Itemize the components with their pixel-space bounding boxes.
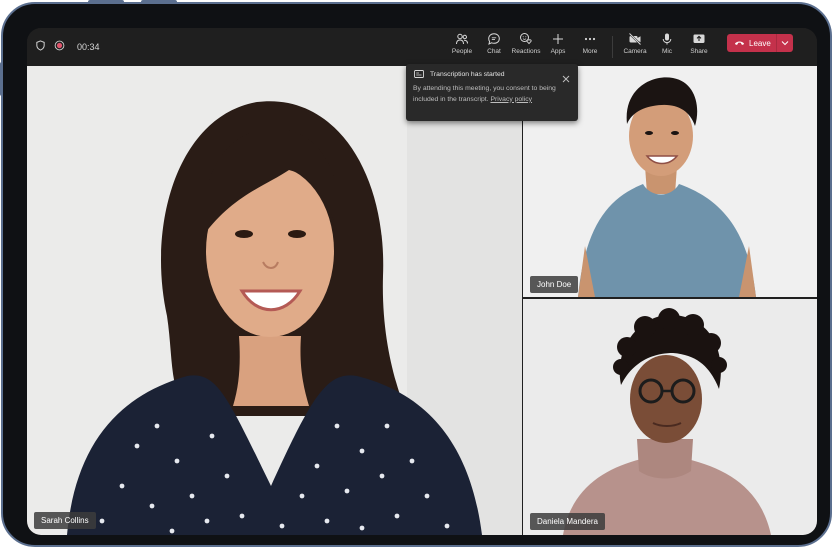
notification-header: Transcription has started: [414, 70, 505, 78]
people-icon: [456, 33, 468, 45]
chat-icon: [488, 33, 500, 45]
reactions-label: Reactions: [511, 48, 541, 55]
apps-label: Apps: [550, 48, 566, 55]
video-tile-sarah-collins[interactable]: Sarah Collins: [27, 66, 522, 535]
more-button[interactable]: More: [574, 32, 606, 58]
more-label: More: [582, 48, 598, 55]
leave-main[interactable]: Leave: [727, 39, 776, 48]
notification-text: By attending this meeting, you consent t…: [413, 85, 556, 103]
recording-icon: [54, 38, 65, 56]
transcript-icon: [414, 70, 424, 78]
leave-button[interactable]: Leave: [727, 34, 793, 52]
people-button[interactable]: People: [446, 32, 478, 58]
chevron-down-icon: [781, 41, 789, 46]
toolbar-divider: [612, 36, 613, 58]
camera-button[interactable]: Camera: [619, 32, 651, 58]
leave-label: Leave: [749, 38, 771, 48]
meeting-status: 00:34: [35, 28, 100, 66]
reactions-button[interactable]: Reactions: [510, 32, 542, 58]
shield-icon: [35, 38, 46, 56]
participant-name-tag: Sarah Collins: [34, 512, 96, 529]
toolbar-actions: People Chat Reactions Apps More Camera M…: [446, 32, 715, 58]
apps-button[interactable]: Apps: [542, 32, 574, 58]
participant-name-tag: Daniela Mandera: [530, 513, 605, 530]
more-icon: [584, 37, 596, 41]
people-label: People: [451, 48, 473, 55]
meeting-window: 00:34 People Chat Reactions Apps More Ca…: [27, 28, 817, 535]
participant-name-tag: John Doe: [530, 276, 579, 293]
phone-hangup-icon: [734, 41, 745, 46]
transcription-notification: Transcription has started By attending t…: [406, 64, 578, 121]
camera-off-icon: [628, 32, 642, 46]
camera-label: Camera: [623, 48, 647, 55]
meeting-toolbar: 00:34 People Chat Reactions Apps More Ca…: [27, 28, 817, 66]
plus-icon: [553, 34, 563, 44]
participant-video: [27, 66, 522, 535]
reactions-icon: [520, 33, 532, 45]
notification-body: By attending this meeting, you consent t…: [413, 84, 563, 105]
share-icon: [693, 34, 705, 43]
participant-video: [523, 299, 817, 535]
mic-label: Mic: [661, 48, 673, 55]
chat-button[interactable]: Chat: [478, 32, 510, 58]
mic-icon: [662, 33, 672, 45]
video-tile-daniela-mandera[interactable]: Daniela Mandera: [523, 299, 817, 535]
share-label: Share: [690, 48, 708, 55]
leave-options-button[interactable]: [777, 40, 793, 46]
tablet-frame: 00:34 People Chat Reactions Apps More Ca…: [1, 2, 832, 547]
notification-title: Transcription has started: [430, 70, 505, 78]
privacy-policy-link[interactable]: Privacy policy: [490, 96, 532, 103]
mic-button[interactable]: Mic: [651, 32, 683, 58]
call-timer: 00:34: [77, 42, 100, 52]
chat-label: Chat: [487, 48, 501, 55]
close-icon[interactable]: [562, 70, 570, 88]
share-button[interactable]: Share: [683, 32, 715, 58]
